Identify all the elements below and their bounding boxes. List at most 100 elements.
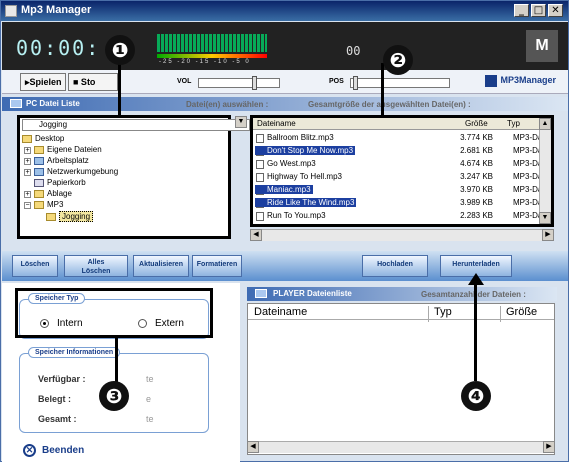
combo-dropdown-icon[interactable]: ▼ (235, 116, 247, 128)
maximize-button[interactable]: □ (531, 4, 546, 17)
tree-label: Papierkorb (47, 178, 86, 187)
tree-label: MP3 (47, 200, 64, 209)
available-label: Verfügbar : (38, 374, 86, 384)
folder-combo[interactable]: Jogging (22, 119, 250, 131)
file-size: 4.674 KB (460, 159, 493, 168)
tree-item-arbeitsplatz[interactable]: Arbeitsplatz (34, 156, 89, 165)
table-row[interactable]: Don't Stop Me Now.mp3 2.681 KB MP3-Datei (255, 145, 551, 158)
delete-button[interactable]: Löschen (12, 255, 58, 277)
scroll-up-icon[interactable]: ▲ (539, 118, 551, 130)
pc-list-tab[interactable]: PC Datei Liste (26, 99, 80, 108)
scroll-left-icon[interactable]: ◀ (247, 441, 259, 453)
exit-label: Beenden (42, 445, 85, 457)
file-name: Maniac.mp3 (255, 185, 313, 194)
file-size: 3.247 KB (460, 172, 493, 181)
file-size: 2.681 KB (460, 146, 493, 155)
position-label: POS (329, 78, 344, 85)
player-col-size[interactable]: Größe (506, 306, 537, 318)
player-col-name[interactable]: Dateiname (254, 306, 307, 318)
file-list-hscroll[interactable]: ◀ ▶ (250, 229, 554, 241)
column-divider[interactable] (500, 306, 501, 322)
open-folder-icon (46, 212, 56, 221)
player-list-hscroll[interactable]: ◀ ▶ (247, 441, 555, 453)
callout-2-line (381, 63, 384, 115)
display-panel: 00:00: -25 -20 -15 -10 -5 0 00 M (2, 22, 568, 70)
table-row[interactable]: Go West.mp3 4.674 KB MP3-Datei (255, 158, 551, 171)
col-name-header[interactable]: Dateiname (257, 119, 296, 128)
position-slider[interactable] (350, 76, 450, 90)
folder-tree[interactable]: Jogging Desktop + Eigene Dateien + Arbei… (17, 115, 250, 239)
scroll-left-icon[interactable]: ◀ (250, 229, 262, 241)
upload-button[interactable]: Hochladen (362, 255, 428, 277)
close-button[interactable]: ✕ (548, 4, 563, 17)
scroll-down-icon[interactable]: ▼ (539, 212, 551, 224)
exit-button[interactable]: ✕ Beenden (23, 444, 84, 457)
expand-icon[interactable]: + (24, 191, 31, 198)
minimize-button[interactable]: _ (514, 4, 529, 17)
computer-icon (34, 156, 44, 165)
tree-item-netzwerkumgebung[interactable]: Netzwerkumgebung (34, 167, 118, 176)
brand-text: MP3Manager (500, 75, 556, 86)
refresh-button[interactable]: Aktualisieren (133, 255, 189, 277)
file-list-header: Dateiname Größe Typ (253, 118, 551, 130)
scroll-right-icon[interactable]: ▶ (542, 229, 554, 241)
table-row[interactable]: Maniac.mp3 3.970 KB MP3-Datei (255, 184, 551, 197)
file-name: Highway To Hell.mp3 (267, 172, 342, 181)
player-list-tab[interactable]: PLAYER Dateienliste (273, 289, 352, 298)
close-circle-icon: ✕ (23, 444, 36, 457)
volume-label: VOL (177, 78, 192, 85)
column-divider[interactable] (428, 306, 429, 322)
callout-3-badge: ❸ (99, 381, 129, 411)
network-icon (34, 167, 44, 176)
table-row[interactable]: Highway To Hell.mp3 3.247 KB MP3-Datei (255, 171, 551, 184)
mp3-manager-window: Mp3 Manager _ □ ✕ 00:00: -25 -20 -15 -10… (0, 0, 569, 462)
db-scale: -25 -20 -15 -10 -5 0 (159, 59, 251, 65)
player-file-list[interactable]: Dateiname Typ Größe (247, 303, 555, 455)
tree-item-jogging[interactable]: Jogging (46, 211, 94, 222)
collapse-icon[interactable]: − (24, 202, 31, 209)
callout-4-line (474, 281, 477, 381)
col-size-header[interactable]: Größe (465, 119, 488, 128)
total-label: Gesamt : (38, 414, 77, 424)
callout-2-badge: ❷ (383, 45, 413, 75)
position-thumb[interactable] (352, 76, 358, 90)
format-button[interactable]: Formatieren (192, 255, 242, 277)
play-button[interactable]: ▸Spielen (20, 73, 66, 91)
file-size: 3.989 KB (460, 198, 493, 207)
expand-icon[interactable]: + (24, 169, 31, 176)
volume-slider[interactable] (198, 76, 280, 90)
table-row[interactable]: Ride Like The Wind.mp3 3.989 KB MP3-Datei (255, 197, 551, 210)
file-list-vscroll[interactable]: ▲ ▼ (539, 118, 551, 224)
player-col-type[interactable]: Typ (434, 306, 452, 318)
scroll-right-icon[interactable]: ▶ (543, 441, 555, 453)
player-list-header: PLAYER Dateienliste Gesamtanzahl der Dat… (247, 287, 557, 301)
tree-label: Netzwerkumgebung (47, 167, 119, 176)
tree-item-papierkorb[interactable]: Papierkorb (34, 178, 86, 187)
tree-label: Eigene Dateien (47, 145, 102, 154)
stop-button[interactable]: ■ Sto (68, 73, 118, 91)
device-logo-icon: M (526, 30, 558, 62)
player-icon (255, 289, 267, 298)
brand-logo: MP3Manager (485, 75, 556, 87)
used-value: e (146, 394, 152, 404)
pc-file-list[interactable]: Dateiname Größe Typ Ballroom Blitz.mp3 3.… (250, 115, 554, 227)
tree-item-desktop[interactable]: Desktop (22, 134, 64, 143)
storage-info-title: Speicher Informationen (28, 347, 121, 358)
folder-icon (34, 200, 44, 209)
file-name: Run To You.mp3 (267, 211, 326, 220)
title-bar: Mp3 Manager _ □ ✕ (1, 1, 568, 21)
volume-thumb[interactable] (252, 76, 258, 90)
expand-icon[interactable]: + (24, 147, 31, 154)
col-type-header[interactable]: Typ (507, 119, 520, 128)
tree-label: Jogging (59, 211, 94, 222)
table-row[interactable]: Ballroom Blitz.mp3 3.774 KB MP3-Datei (255, 132, 551, 145)
tree-item-eigene-dateien[interactable]: Eigene Dateien (34, 145, 102, 154)
tree-item-mp3[interactable]: MP3 (34, 200, 63, 209)
file-size: 3.774 KB (460, 133, 493, 142)
spectrum-analyzer (157, 34, 267, 52)
playback-controls: ▸Spielen ■ Sto VOL POS MP3Manager (2, 70, 568, 94)
table-row[interactable]: Run To You.mp3 2.283 KB MP3-Datei (255, 210, 551, 223)
expand-icon[interactable]: + (24, 158, 31, 165)
tree-item-ablage[interactable]: Ablage (34, 189, 72, 198)
delete-all-button[interactable]: Alles Löschen (64, 255, 128, 277)
